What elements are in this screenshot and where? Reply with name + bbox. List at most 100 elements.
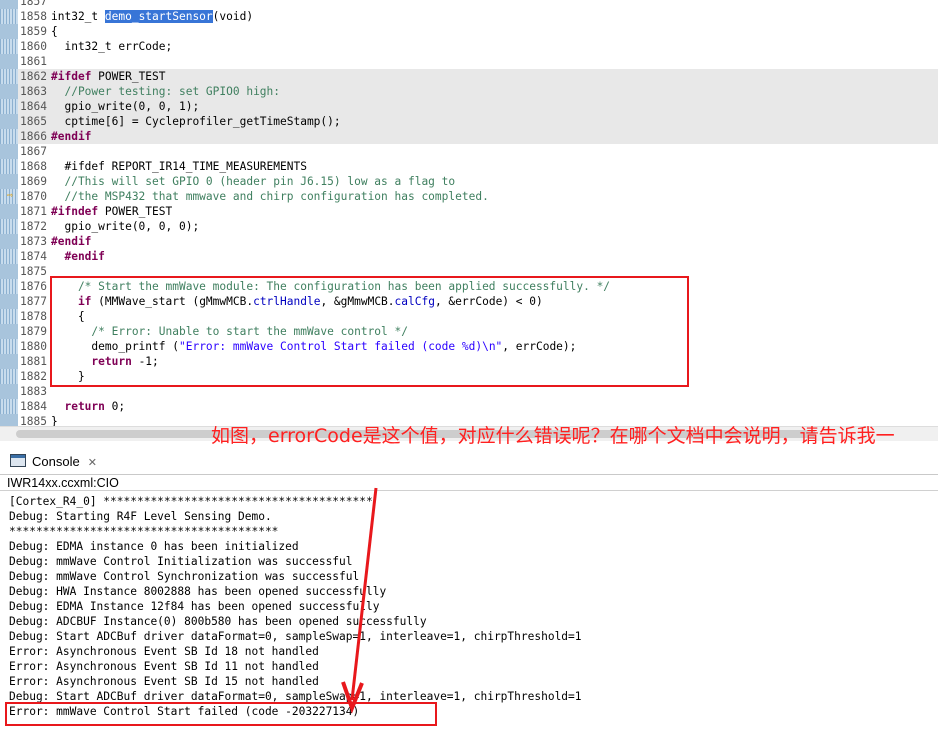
line-number: 1880: [20, 340, 47, 353]
console-line: Error: Asynchronous Event SB Id 18 not h…: [9, 645, 319, 658]
code-line[interactable]: 1867: [0, 144, 938, 159]
gutter-marker: [0, 24, 18, 39]
code-line[interactable]: 1862 #ifdef POWER_TEST: [0, 69, 938, 84]
code-text: #ifndef POWER_TEST: [51, 204, 172, 219]
code-token: 0;: [104, 400, 126, 413]
gutter-marker: [0, 69, 18, 84]
code-token: //Power testing: set GPIO0 high:: [51, 85, 281, 98]
console-line: [Cortex_R4_0] **************************…: [9, 495, 373, 508]
console-line: Debug: mmWave Control Synchronization wa…: [9, 570, 360, 583]
gutter-marker: [0, 234, 18, 249]
code-token: return: [51, 400, 105, 413]
code-token: //the MSP432 that mmwave and chirp confi…: [51, 190, 489, 203]
code-line[interactable]: 1866 #endif: [0, 129, 938, 144]
line-number: 1869: [20, 175, 47, 188]
code-line[interactable]: 1872 gpio_write(0, 0, 0);: [0, 219, 938, 234]
line-number: 1882: [20, 370, 47, 383]
code-line[interactable]: 1864 gpio_write(0, 0, 1);: [0, 99, 938, 114]
code-text: gpio_write(0, 0, 1);: [51, 100, 200, 113]
code-text: }: [51, 415, 58, 426]
code-token: #ifndef: [51, 205, 99, 218]
code-text: //Power testing: set GPIO0 high:: [51, 84, 280, 99]
tab-console[interactable]: Console ✕: [4, 451, 103, 473]
console-line: Error: Asynchronous Event SB Id 11 not h…: [9, 660, 319, 673]
code-line[interactable]: 1874 #endif: [0, 249, 938, 264]
line-number: 1884: [20, 400, 47, 413]
code-line[interactable]: 1868 #ifdef REPORT_IR14_TIME_MEASUREMENT…: [0, 159, 938, 174]
code-token: #endif: [51, 250, 105, 263]
gutter-marker: [0, 384, 18, 399]
close-icon[interactable]: ✕: [88, 457, 97, 469]
gutter-marker: [0, 309, 18, 324]
line-number: 1860: [20, 40, 47, 53]
gutter-marker: [0, 354, 18, 369]
console-line: Debug: mmWave Control Initialization was…: [9, 555, 353, 568]
line-number: 1873: [20, 235, 47, 248]
console-line: Error: Asynchronous Event SB Id 15 not h…: [9, 675, 319, 688]
console-tab-bar: Console ✕: [0, 448, 938, 475]
code-text: #ifdef POWER_TEST: [51, 69, 166, 84]
line-number: 1875: [20, 265, 47, 278]
console-target: IWR14xx.ccxml:CIO: [7, 476, 119, 490]
code-line[interactable]: 1858 int32_t demo_startSensor(void): [0, 9, 938, 24]
line-number: 1858: [20, 10, 47, 23]
gutter-marker: [0, 144, 18, 159]
gutter-marker: [0, 399, 18, 414]
code-line[interactable]: 1884 return 0;: [0, 399, 938, 414]
code-token: #ifdef: [51, 70, 92, 83]
console-line: Debug: EDMA instance 0 has been initiali…: [9, 540, 299, 553]
console-tab-label: Console: [32, 454, 80, 469]
line-number: 1859: [20, 25, 47, 38]
code-text: gpio_write(0, 0, 0);: [51, 220, 200, 233]
line-number: 1866: [20, 130, 47, 143]
code-line[interactable]: 1860 int32_t errCode;: [0, 39, 938, 54]
code-text: #endif: [51, 234, 91, 249]
highlight-box-error: [5, 702, 437, 726]
gutter-marker: [0, 279, 18, 294]
gutter-marker: [0, 219, 18, 234]
code-line[interactable]: 1857: [0, 0, 938, 9]
console-line: Debug: ADCBUF Instance(0) 800b580 has be…: [9, 615, 427, 628]
line-number: 1857: [20, 0, 47, 8]
line-number: 1876: [20, 280, 47, 293]
line-number: 1864: [20, 100, 47, 113]
console-line: ****************************************: [9, 525, 279, 538]
gutter-marker: [0, 414, 18, 426]
gutter-marker: [0, 129, 18, 144]
code-token: int32_t: [51, 10, 105, 23]
console-line: Debug: Starting R4F Level Sensing Demo.: [9, 510, 272, 523]
code-line[interactable]: 1865 cptime[6] = Cycleprofiler_getTimeSt…: [0, 114, 938, 129]
code-line[interactable]: ⇨ 1870 //the MSP432 that mmwave and chirp…: [0, 189, 938, 204]
line-number: 1867: [20, 145, 47, 158]
line-number: 1879: [20, 325, 47, 338]
gutter-marker: [0, 114, 18, 129]
line-number: 1862: [20, 70, 47, 83]
code-text: int32_t demo_startSensor(void): [51, 9, 253, 24]
arrow-marker-icon: ⇨: [7, 190, 14, 201]
code-token: #endif: [51, 235, 92, 248]
line-number: 1865: [20, 115, 47, 128]
gutter-marker: [0, 39, 18, 54]
code-line[interactable]: 1861: [0, 54, 938, 69]
code-text: #endif: [51, 249, 105, 264]
code-text: int32_t errCode;: [51, 40, 173, 53]
code-token: POWER_TEST: [98, 205, 173, 218]
console-icon: [10, 454, 26, 467]
gutter-marker: [0, 9, 18, 24]
code-text: #endif: [51, 129, 91, 144]
line-number: 1874: [20, 250, 47, 263]
code-line[interactable]: 1859 {: [0, 24, 938, 39]
line-number: 1863: [20, 85, 47, 98]
line-number: 1861: [20, 55, 47, 68]
gutter-marker: [0, 204, 18, 219]
code-token: (void): [212, 10, 254, 23]
code-line[interactable]: 1873 #endif: [0, 234, 938, 249]
highlight-box-code: [50, 276, 689, 387]
code-line[interactable]: 1871 #ifndef POWER_TEST: [0, 204, 938, 219]
code-line[interactable]: 1863 //Power testing: set GPIO0 high:: [0, 84, 938, 99]
line-number: 1868: [20, 160, 47, 173]
gutter-marker: [0, 264, 18, 279]
gutter-marker: [0, 159, 18, 174]
code-line[interactable]: 1869 //This will set GPIO 0 (header pin …: [0, 174, 938, 189]
code-text: return 0;: [51, 399, 125, 414]
